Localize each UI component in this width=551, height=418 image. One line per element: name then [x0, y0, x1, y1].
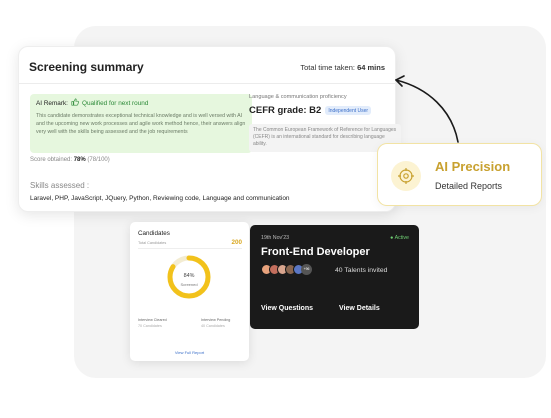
- job-status: ● Active: [390, 235, 409, 241]
- time-taken: Total time taken: 64 mins: [300, 63, 385, 72]
- total-candidates-count: 200: [231, 239, 242, 246]
- view-details-button[interactable]: View Details: [339, 305, 380, 312]
- interview-pending-stat: Interview Pending 40 Candidates: [201, 317, 230, 329]
- screening-summary-card: Screening summary Total time taken: 64 m…: [18, 46, 401, 212]
- view-full-report-link[interactable]: View Full Report: [130, 350, 249, 355]
- job-status-label: Active: [394, 235, 409, 241]
- skills-title: Skills assessed :: [30, 181, 90, 190]
- score-label: Score obtained:: [30, 157, 73, 163]
- language-heading: Language & communication proficiency: [249, 94, 347, 100]
- time-value: 64 mins: [357, 63, 385, 72]
- skills-list: Laravel, PHP, JavaScript, JQuery, Python…: [30, 195, 290, 202]
- cefr-badge: Independent User: [325, 106, 372, 115]
- view-questions-button[interactable]: View Questions: [261, 305, 313, 312]
- ai-remark-label: AI Remark:: [36, 99, 68, 107]
- screened-percent: 84%: [183, 273, 195, 279]
- job-card: 19th Nov'23 ● Active Front-End Developer…: [250, 225, 419, 329]
- time-label: Total time taken:: [300, 63, 355, 72]
- ai-precision-title: AI Precision: [435, 159, 511, 174]
- ai-precision-card: AI Precision Detailed Reports: [377, 143, 542, 206]
- interview-pending-value: 40 Candidates: [201, 324, 225, 328]
- target-icon: [391, 161, 421, 191]
- screened-label: Screened: [180, 282, 198, 287]
- interview-cleared-value: 70 Candidates: [138, 324, 162, 328]
- ai-remark-status: Qualified for next round: [81, 99, 149, 107]
- divider: [138, 248, 242, 249]
- ai-remark-body: This candidate demonstrates exceptional …: [36, 113, 246, 135]
- avatar-group: +96: [261, 264, 312, 275]
- score-obtained: Score obtained: 78% (78/100): [30, 157, 110, 163]
- avatar-more-count: +96: [301, 264, 312, 275]
- summary-title: Screening summary: [29, 60, 144, 74]
- candidates-card: Candidates Total Candidates 200 84% Scre…: [130, 222, 249, 361]
- job-date: 19th Nov'23: [261, 235, 290, 241]
- score-detail: (78/100): [87, 157, 110, 163]
- cefr-grade: CEFR grade: B2 Independent User: [249, 105, 372, 116]
- score-value: 78%: [73, 157, 86, 163]
- cefr-label: CEFR grade: B2: [249, 105, 322, 116]
- ai-remark-box: AI Remark: Qualified for next round This…: [30, 94, 252, 153]
- divider: [19, 83, 395, 84]
- interview-cleared-stat: Interview Cleared 70 Candidates: [138, 317, 167, 329]
- job-role: Front-End Developer: [261, 246, 370, 258]
- total-candidates-label: Total Candidates: [138, 241, 167, 245]
- candidates-title: Candidates: [138, 230, 170, 237]
- talents-invited: 40 Talents invited: [335, 267, 388, 274]
- thumbs-up-icon: [71, 98, 79, 108]
- ai-precision-subtitle: Detailed Reports: [435, 181, 503, 191]
- curved-arrow-icon: [395, 75, 459, 143]
